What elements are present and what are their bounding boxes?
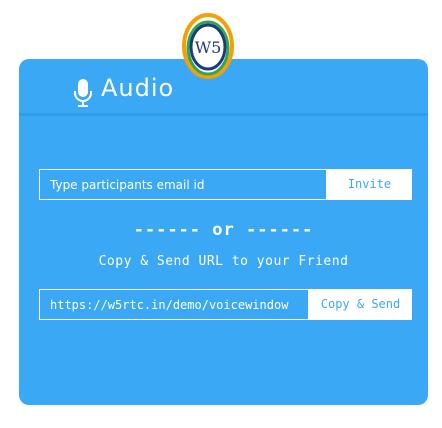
or-divider: ------ or ------ (133, 220, 314, 240)
microphone-icon (74, 79, 92, 107)
copy-send-button[interactable]: Copy & Send (309, 289, 412, 320)
email-input[interactable]: Type participants email id (39, 169, 327, 200)
share-url-field[interactable]: https://w5rtc.in/demo/voicewindow (39, 289, 309, 320)
page-title: Audio (101, 74, 175, 102)
invite-row: Type participants email id Invite (39, 169, 412, 202)
invite-button[interactable]: Invite (327, 169, 412, 200)
share-url-row: https://w5rtc.in/demo/voicewindow Copy &… (39, 289, 412, 322)
logo-text: W5 (195, 38, 222, 57)
header-divider (19, 113, 428, 116)
share-caption: Copy & Send URL to your Friend (98, 254, 349, 269)
w5rtc-logo: W5 (182, 13, 234, 79)
audio-card: Audio Type participants email id Invite … (19, 59, 428, 405)
